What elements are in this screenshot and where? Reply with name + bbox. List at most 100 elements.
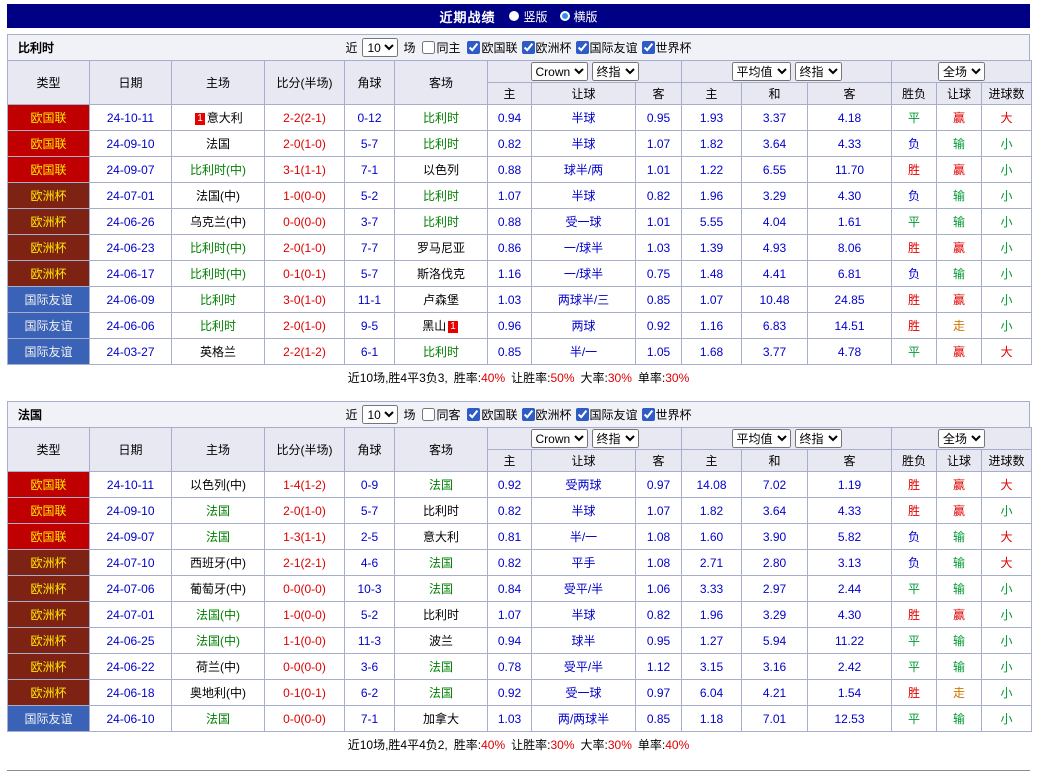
result-goals: 小 <box>982 261 1032 287</box>
competition-filter[interactable]: 欧洲杯 <box>518 406 572 423</box>
avg-home: 1.07 <box>682 287 742 313</box>
result-outcome: 胜 <box>892 498 937 524</box>
team-label: 黑山 <box>422 319 446 333</box>
competition-checkbox[interactable] <box>576 408 589 421</box>
competition-type: 欧洲杯 <box>8 183 90 209</box>
score-cell: 0-1(0-1) <box>265 680 345 706</box>
competition-filter[interactable]: 欧国联 <box>463 406 517 423</box>
final-index-select[interactable]: 终指 <box>592 62 639 81</box>
red-card-badge: 1 <box>195 113 205 125</box>
team-label: 荷兰(中) <box>196 660 240 674</box>
subcolumn-header: 让球 <box>532 450 636 472</box>
competition-label: 欧洲杯 <box>536 406 572 423</box>
competition-checkbox[interactable] <box>467 41 480 54</box>
avg-away: 4.30 <box>808 602 892 628</box>
final-index-select[interactable]: 终指 <box>795 429 842 448</box>
home-team-cell: 法国 <box>172 524 265 550</box>
filter-bar: 近 10 场 同主 欧国联欧洲杯国际友谊世界杯 <box>8 38 1029 57</box>
competition-filter[interactable]: 国际友谊 <box>572 39 638 56</box>
final-index-select[interactable]: 终指 <box>795 62 842 81</box>
same-venue-filter[interactable]: 同主 <box>418 39 460 56</box>
summary-stat-value: 30% <box>665 371 689 385</box>
column-header: 主场 <box>172 61 265 105</box>
competition-filter[interactable]: 国际友谊 <box>572 406 638 423</box>
match-row: 国际友谊24-06-06比利时2-0(1-0)9-5黑山10.96两球0.921… <box>8 313 1032 339</box>
score-cell: 1-1(0-0) <box>265 628 345 654</box>
radio-icon[interactable] <box>509 11 519 21</box>
average-select[interactable]: 平均值 <box>732 62 791 81</box>
same-venue-filter[interactable]: 同客 <box>418 406 460 423</box>
match-row: 欧洲杯24-07-01法国(中)1-0(0-0)5-2比利时1.07半球0.82… <box>8 183 1032 209</box>
avg-away: 4.18 <box>808 105 892 131</box>
competition-checkbox[interactable] <box>522 408 535 421</box>
result-goals: 小 <box>982 654 1032 680</box>
handicap: 平手 <box>532 550 636 576</box>
result-outcome: 胜 <box>892 287 937 313</box>
avg-away: 2.44 <box>808 576 892 602</box>
view-mode-group: 竖版横版 <box>509 8 597 25</box>
competition-label: 世界杯 <box>656 406 692 423</box>
recent-count-select[interactable]: 10 <box>362 38 398 57</box>
competition-filter[interactable]: 欧国联 <box>463 39 517 56</box>
competition-type: 欧国联 <box>8 498 90 524</box>
result-handicap: 赢 <box>937 287 982 313</box>
summary-stat-value: 40% <box>665 738 689 752</box>
away-team-cell: 斯洛伐克 <box>395 261 488 287</box>
match-row: 欧洲杯24-06-18奥地利(中)0-1(0-1)6-2法国0.92受一球0.9… <box>8 680 1032 706</box>
corners-cell: 5-7 <box>345 131 395 157</box>
competition-filter[interactable]: 欧洲杯 <box>518 39 572 56</box>
subcolumn-header: 进球数 <box>982 450 1032 472</box>
match-date: 24-06-10 <box>90 706 172 732</box>
competition-filter[interactable]: 世界杯 <box>638 39 692 56</box>
corners-cell: 5-2 <box>345 602 395 628</box>
corners-cell: 11-1 <box>345 287 395 313</box>
odds-company-select[interactable]: Crown <box>531 429 588 448</box>
avg-away: 11.22 <box>808 628 892 654</box>
same-venue-checkbox[interactable] <box>422 41 435 54</box>
handicap: 一/球半 <box>532 235 636 261</box>
subcolumn-header: 客 <box>808 83 892 105</box>
recent-count-select[interactable]: 10 <box>362 405 398 424</box>
match-row: 欧国联24-09-07比利时(中)3-1(1-1)7-1以色列0.88球半/两1… <box>8 157 1032 183</box>
odds-home: 0.81 <box>488 524 532 550</box>
competition-checkbox[interactable] <box>642 408 655 421</box>
avg-home: 3.15 <box>682 654 742 680</box>
subcolumn-header: 客 <box>636 83 682 105</box>
view-mode-option[interactable]: 竖版 <box>509 8 547 25</box>
corners-cell: 3-6 <box>345 654 395 680</box>
scope-select[interactable]: 全场 <box>938 429 985 448</box>
competition-checkbox[interactable] <box>522 41 535 54</box>
average-select[interactable]: 平均值 <box>732 429 791 448</box>
avg-draw: 4.93 <box>742 235 808 261</box>
scope-select[interactable]: 全场 <box>938 62 985 81</box>
team-label: 罗马尼亚 <box>417 241 465 255</box>
competition-checkbox[interactable] <box>642 41 655 54</box>
competition-checkbox[interactable] <box>467 408 480 421</box>
same-venue-checkbox[interactable] <box>422 408 435 421</box>
score-cell: 3-0(1-0) <box>265 287 345 313</box>
score-cell: 3-1(1-1) <box>265 157 345 183</box>
column-header: 类型 <box>8 61 90 105</box>
summary-stat-label: 单率: <box>638 371 665 385</box>
result-goals: 小 <box>982 157 1032 183</box>
odds-company-select[interactable]: Crown <box>531 62 588 81</box>
view-mode-option[interactable]: 横版 <box>560 8 598 25</box>
final-index-select[interactable]: 终指 <box>592 429 639 448</box>
corners-cell: 7-1 <box>345 157 395 183</box>
odds-group-header: Crown终指 <box>488 428 682 450</box>
column-header: 角球 <box>345 61 395 105</box>
away-team-cell: 意大利 <box>395 524 488 550</box>
competition-label: 国际友谊 <box>590 39 638 56</box>
competition-checkbox[interactable] <box>576 41 589 54</box>
competition-filter[interactable]: 世界杯 <box>638 406 692 423</box>
recent-label-prefix: 近 <box>345 39 357 56</box>
result-outcome: 平 <box>892 339 937 365</box>
competition-type: 欧洲杯 <box>8 654 90 680</box>
match-date: 24-06-06 <box>90 313 172 339</box>
subcolumn-header: 和 <box>742 450 808 472</box>
away-team-cell: 法国 <box>395 654 488 680</box>
away-team-cell: 比利时 <box>395 183 488 209</box>
result-goals: 大 <box>982 339 1032 365</box>
score-cell: 0-0(0-0) <box>265 706 345 732</box>
radio-icon[interactable] <box>560 11 570 21</box>
